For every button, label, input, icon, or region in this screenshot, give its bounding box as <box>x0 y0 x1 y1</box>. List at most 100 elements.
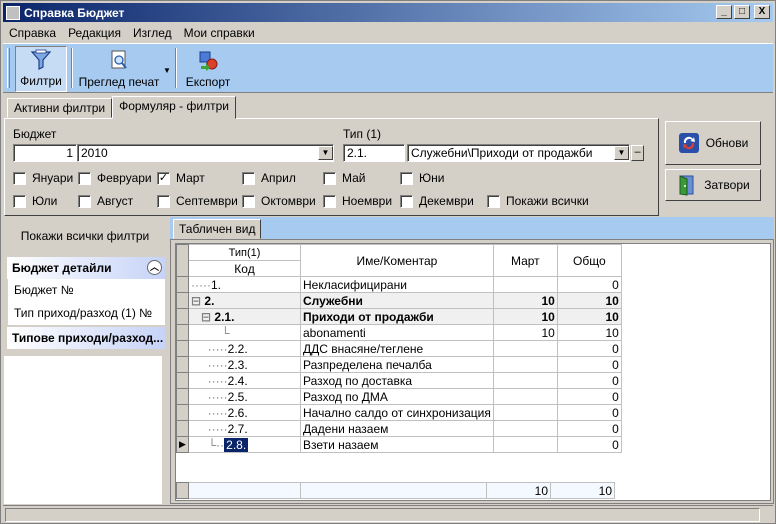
minimize-button[interactable]: _ <box>716 5 732 19</box>
tab-form-filters[interactable]: Формуляр - филтри <box>112 96 236 119</box>
type-select[interactable]: Служебни\Приходи от продажби <box>407 144 630 162</box>
toolbar-grip[interactable] <box>7 48 10 88</box>
type-dropdown-icon[interactable]: ▼ <box>614 146 629 160</box>
month-checkbox-october[interactable]: Октомври <box>242 194 316 208</box>
budget-label: Бюджет <box>13 127 57 141</box>
month-checkbox-july[interactable]: Юли <box>13 194 57 208</box>
menu-moi-spravki[interactable]: Мои справки <box>178 26 261 40</box>
collapse-tree-icon: ⊟ <box>191 309 215 324</box>
row-selector[interactable] <box>176 324 189 341</box>
checkbox-box[interactable] <box>242 171 255 185</box>
checkbox-label: Май <box>342 171 366 185</box>
row-selector[interactable] <box>176 308 189 325</box>
export-button[interactable]: Експорт <box>183 46 233 92</box>
menu-spravka[interactable]: Справка <box>3 26 62 40</box>
budget-id-field[interactable]: 1 <box>13 144 77 162</box>
column-header-march[interactable]: Март <box>492 244 558 277</box>
row-selector[interactable] <box>176 340 189 357</box>
cell-code: ·····2.6. <box>188 404 301 421</box>
show-all-checkbox[interactable]: Покажи всички <box>487 194 589 208</box>
menu-bar: Справка Редакция Изглед Мои справки <box>3 23 773 42</box>
checkbox-box[interactable]: ✓ <box>157 171 170 185</box>
checkbox-box[interactable] <box>13 194 26 208</box>
show-all-filters-button[interactable]: Покажи всички филтри <box>4 221 166 251</box>
menu-izgled[interactable]: Изглед <box>127 26 178 40</box>
footer-selector <box>176 482 189 499</box>
print-preview-button[interactable]: Преглед печат <box>77 46 161 92</box>
budget-year-select[interactable]: 2010 <box>77 144 334 162</box>
nav-group-header[interactable]: Типове приходи/разход... <box>7 327 165 349</box>
nav-group-title: Бюджет детайли <box>12 261 112 275</box>
month-checkbox-april[interactable]: Април <box>242 171 296 185</box>
checkbox-box[interactable] <box>242 194 255 208</box>
checkbox-box[interactable] <box>13 171 26 185</box>
maximize-button[interactable]: □ <box>734 5 750 19</box>
month-checkbox-june[interactable]: Юни <box>400 171 444 185</box>
month-checkbox-december[interactable]: Декември <box>400 194 474 208</box>
table-row[interactable]: ⊟ 2.1. Приходи от продажби 10 10 <box>176 308 622 325</box>
collapse-chevron-icon[interactable]: ︿ <box>147 260 162 275</box>
row-selector[interactable] <box>176 292 189 309</box>
table-row[interactable]: ⊟ 2. Служебни 10 10 <box>176 292 622 309</box>
month-checkbox-september[interactable]: Септември <box>157 194 238 208</box>
filters-button[interactable]: Филтри <box>15 46 67 92</box>
type-code-field[interactable]: 2.1. <box>343 144 405 162</box>
row-selector[interactable] <box>176 356 189 373</box>
table-row[interactable]: ·····2.3. Разпределена печалба 0 <box>176 356 622 373</box>
menu-redaktsiya[interactable]: Редакция <box>62 26 127 40</box>
checkbox-box[interactable] <box>323 194 336 208</box>
checkbox-box[interactable] <box>78 171 91 185</box>
column-header-name[interactable]: Име/Коментар <box>300 244 494 277</box>
month-checkbox-november[interactable]: Ноември <box>323 194 392 208</box>
table-row-current[interactable]: ▶ └·· 2.8. Взети назаем 0 <box>176 436 622 453</box>
month-checkbox-january[interactable]: Януари <box>13 171 73 185</box>
cell-march: 10 <box>492 308 558 325</box>
column-header-code[interactable]: Код <box>188 260 301 277</box>
close-form-button[interactable]: Затвори <box>665 169 761 201</box>
row-selector[interactable] <box>176 276 189 293</box>
checkbox-box[interactable] <box>487 194 500 208</box>
table-row[interactable]: ·····2.2. ДДС внасяне/теглене 0 <box>176 340 622 357</box>
tab-table-view[interactable]: Табличен вид <box>173 219 262 239</box>
cell-total: 0 <box>556 436 622 453</box>
cell-name: abonamenti <box>300 324 494 341</box>
status-panel <box>5 508 760 522</box>
checkbox-label: Юни <box>419 171 445 185</box>
refresh-button[interactable]: Обнови <box>665 121 761 165</box>
collapse-tree-icon: ⊟ <box>191 293 205 308</box>
row-selector[interactable] <box>176 372 189 389</box>
table-row[interactable]: ·····2.7. Дадени назаем 0 <box>176 420 622 437</box>
row-selector[interactable] <box>176 404 189 421</box>
table-row[interactable]: ·····2.6. Начално салдо от синхронизация… <box>176 404 622 421</box>
row-selector[interactable] <box>176 420 189 437</box>
table-row[interactable]: └ abonamenti 10 10 <box>176 324 622 341</box>
month-checkbox-march[interactable]: ✓ Март <box>157 171 205 185</box>
nav-item-budget-no[interactable]: Бюджет № <box>8 279 165 302</box>
type-clear-button[interactable]: – <box>631 145 644 161</box>
data-grid[interactable]: Тип(1) Име/Коментар Март Общо Код ·····1… <box>175 243 771 501</box>
table-row[interactable]: ·····1. Некласифицирани 0 <box>176 276 622 293</box>
tab-active-filters[interactable]: Активни филтри <box>7 98 113 118</box>
nav-item-type-no[interactable]: Тип приход/разход (1) № <box>8 302 165 325</box>
month-checkbox-august[interactable]: Август <box>78 194 133 208</box>
table-row[interactable]: ·····2.5. Разход по ДМА 0 <box>176 388 622 405</box>
checkbox-box[interactable] <box>157 194 170 208</box>
checkbox-label: Февруари <box>97 171 152 185</box>
checkbox-box[interactable] <box>400 171 413 185</box>
checkbox-box[interactable] <box>78 194 91 208</box>
budget-dropdown-icon[interactable]: ▼ <box>318 146 333 160</box>
current-row-arrow-icon[interactable]: ▶ <box>176 436 189 453</box>
checkbox-box[interactable] <box>400 194 413 208</box>
column-header-type[interactable]: Тип(1) <box>188 244 301 261</box>
month-checkbox-february[interactable]: Февруари <box>78 171 152 185</box>
close-button[interactable]: X <box>754 5 770 19</box>
month-checkbox-may[interactable]: Май <box>323 171 366 185</box>
column-header-total[interactable]: Общо <box>556 244 622 277</box>
nav-group-header[interactable]: Бюджет детайли ︿ <box>7 257 165 279</box>
row-selector[interactable] <box>176 388 189 405</box>
cell-code: ·····2.5. <box>188 388 301 405</box>
footer-grand-total: 10 <box>550 482 615 499</box>
table-row[interactable]: ·····2.4. Разход по доставка 0 <box>176 372 622 389</box>
print-preview-dropdown-icon[interactable]: ▼ <box>163 66 171 75</box>
checkbox-box[interactable] <box>323 171 336 185</box>
